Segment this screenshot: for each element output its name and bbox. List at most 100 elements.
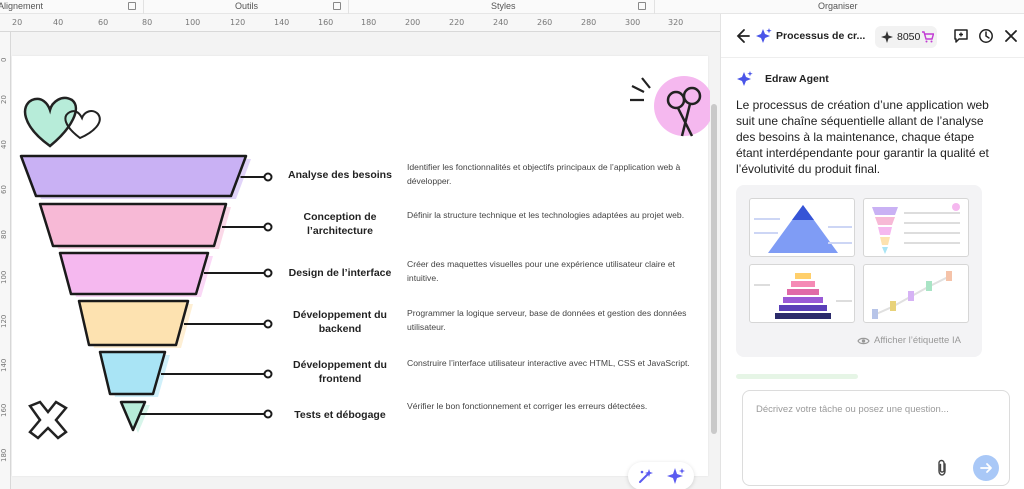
cart-icon[interactable] bbox=[922, 31, 934, 43]
stage-description[interactable]: Programmer la logique serveur, base de d… bbox=[407, 306, 702, 334]
floating-toolbar bbox=[628, 462, 694, 489]
ai-sparkle-icon[interactable] bbox=[667, 467, 685, 485]
stage-title[interactable]: Analyse des besoins bbox=[280, 168, 400, 182]
stage-title[interactable]: Développement du backend bbox=[280, 308, 400, 336]
template-thumbnail-steps[interactable] bbox=[863, 264, 969, 323]
prompt-input[interactable]: Décrivez votre tâche ou posez une questi… bbox=[756, 404, 949, 415]
template-thumbnail-pyramid[interactable] bbox=[749, 198, 855, 257]
agent-avatar-icon bbox=[737, 71, 753, 86]
expand-group-icon[interactable] bbox=[638, 2, 646, 10]
group-divider bbox=[654, 0, 655, 14]
ruler-label: 20 bbox=[12, 18, 23, 27]
canvas-area[interactable]: 20 40 60 80 100 120 140 160 180 200 220 … bbox=[0, 14, 720, 489]
steps-preview bbox=[872, 271, 952, 319]
ruler-label: 40 bbox=[0, 140, 8, 149]
connector-dot bbox=[263, 222, 273, 232]
ruler-label: 220 bbox=[449, 18, 465, 27]
stage-description[interactable]: Vérifier le bon fonctionnement et corrig… bbox=[407, 399, 702, 413]
status-strip bbox=[736, 374, 858, 379]
close-icon[interactable] bbox=[1003, 28, 1019, 44]
ruler-label: 180 bbox=[0, 448, 8, 462]
vertical-ruler: 0 20 40 60 80 100 120 140 160 180 bbox=[0, 32, 11, 489]
ruler-label: 260 bbox=[537, 18, 553, 27]
stage-description[interactable]: Créer des maquettes visuelles pour une e… bbox=[407, 257, 702, 285]
ruler-label: 300 bbox=[625, 18, 641, 27]
stage-title[interactable]: Développement du frontend bbox=[280, 358, 400, 386]
connector-dot bbox=[263, 319, 273, 329]
ruler-label: 180 bbox=[361, 18, 377, 27]
ruler-label: 120 bbox=[230, 18, 246, 27]
new-chat-icon[interactable] bbox=[953, 28, 969, 44]
ruler-label: 160 bbox=[318, 18, 334, 27]
funnel-preview bbox=[872, 203, 960, 254]
attachment-icon[interactable] bbox=[934, 459, 950, 477]
eye-icon[interactable] bbox=[857, 336, 870, 346]
agent-name: Edraw Agent bbox=[765, 73, 829, 85]
group-label-styles: Styles bbox=[491, 1, 516, 11]
funnel-diagram[interactable] bbox=[12, 56, 312, 476]
ruler-label: 200 bbox=[405, 18, 421, 27]
show-ai-label-link[interactable]: Afficher l’étiquette IA bbox=[874, 335, 961, 346]
group-label-alignement: Alignement bbox=[0, 1, 44, 11]
ruler-label: 280 bbox=[581, 18, 597, 27]
template-thumbnail-stack[interactable] bbox=[749, 264, 855, 323]
send-button[interactable] bbox=[973, 455, 999, 481]
expand-group-icon[interactable] bbox=[128, 2, 136, 10]
funnel-segment[interactable] bbox=[19, 154, 248, 198]
connector-dot bbox=[263, 369, 273, 379]
prompt-input-box[interactable]: Décrivez votre tâche ou posez une questi… bbox=[742, 390, 1010, 486]
group-divider bbox=[348, 0, 349, 14]
sparkle-credits-icon bbox=[881, 31, 893, 43]
funnel-segment[interactable] bbox=[77, 299, 190, 347]
group-divider bbox=[143, 0, 144, 14]
ruler-label: 120 bbox=[0, 314, 8, 328]
panel-header: Processus de cr... 8050 bbox=[721, 14, 1024, 58]
pyramid-preview bbox=[754, 205, 852, 253]
stage-title[interactable]: Tests et débogage bbox=[280, 408, 400, 422]
ruler-label: 140 bbox=[0, 358, 8, 372]
connector-dot bbox=[263, 172, 273, 182]
stage-title[interactable]: Conception de l’architecture bbox=[280, 210, 400, 238]
template-suggestions: Afficher l’étiquette IA bbox=[736, 185, 982, 357]
ruler-label: 20 bbox=[0, 95, 8, 104]
back-arrow-icon[interactable] bbox=[734, 28, 750, 44]
panel-title: Processus de cr... bbox=[776, 30, 866, 42]
edraw-agent-panel: Processus de cr... 8050 Edraw Agent Le p… bbox=[720, 14, 1024, 489]
ruler-label: 80 bbox=[142, 18, 153, 27]
group-label-outils: Outils bbox=[235, 1, 259, 11]
ruler-label: 240 bbox=[493, 18, 509, 27]
history-icon[interactable] bbox=[978, 28, 994, 44]
ruler-label: 0 bbox=[0, 57, 8, 62]
ruler-label: 60 bbox=[0, 185, 8, 194]
send-arrow-icon bbox=[980, 463, 992, 473]
credits-badge[interactable]: 8050 bbox=[875, 26, 937, 48]
connector-dot bbox=[263, 268, 273, 278]
ruler-label: 100 bbox=[185, 18, 201, 27]
stage-description[interactable]: Construire l’interface utilisateur inter… bbox=[407, 356, 702, 370]
ruler-label: 60 bbox=[98, 18, 109, 27]
horizontal-ruler: 20 40 60 80 100 120 140 160 180 200 220 … bbox=[0, 14, 720, 32]
stage-description[interactable]: Définir la structure technique et les te… bbox=[407, 208, 702, 222]
ribbon-group-bar: Alignement Outils Styles Organiser bbox=[0, 0, 1024, 14]
expand-group-icon[interactable] bbox=[333, 2, 341, 10]
template-thumbnail-funnel[interactable] bbox=[863, 198, 969, 257]
stage-title[interactable]: Design de l’interface bbox=[280, 266, 400, 280]
credits-value: 8050 bbox=[897, 31, 921, 43]
ruler-label: 320 bbox=[668, 18, 684, 27]
ai-sparkle-icon bbox=[756, 28, 772, 43]
vertical-scrollbar[interactable] bbox=[711, 104, 717, 434]
ruler-label: 140 bbox=[274, 18, 290, 27]
ruler-label: 160 bbox=[0, 403, 8, 417]
funnel-segment[interactable] bbox=[38, 202, 228, 248]
funnel-segment[interactable] bbox=[58, 251, 210, 296]
funnel-segment[interactable] bbox=[98, 350, 167, 396]
scissors-doodle-icon bbox=[630, 76, 710, 137]
ruler-label: 40 bbox=[53, 18, 64, 27]
ruler-label: 80 bbox=[0, 230, 8, 239]
agent-message: Le processus de création d’une applicati… bbox=[736, 98, 989, 176]
drawing-page[interactable]: Analyse des besoins Identifier les fonct… bbox=[12, 56, 710, 476]
group-label-organiser: Organiser bbox=[818, 1, 858, 11]
connector-dot bbox=[263, 409, 273, 419]
stage-description[interactable]: Identifier les fonctionnalités et object… bbox=[407, 160, 702, 188]
magic-wand-icon[interactable] bbox=[637, 467, 655, 485]
